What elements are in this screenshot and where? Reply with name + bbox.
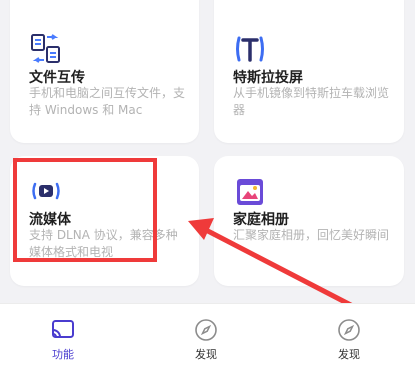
nav-label: 发现: [338, 348, 360, 361]
nav-item-discover[interactable]: 发现: [166, 304, 246, 375]
compass-icon: [195, 319, 217, 341]
bottom-nav: 功能 发现 发现: [0, 303, 415, 375]
card-description: 手机和电脑之间互传文件，支持 Windows 和 Mac: [29, 86, 186, 117]
card-description: 汇聚家庭相册，回忆美好瞬间: [233, 228, 390, 242]
compass-icon: [338, 319, 360, 341]
card-description: 从手机镜像到特斯拉车载浏览器: [233, 86, 390, 117]
card-file-transfer[interactable]: 文件互传 手机和电脑之间互传文件，支持 Windows 和 Mac: [10, 0, 199, 143]
nav-item-features[interactable]: 功能: [23, 304, 103, 375]
file-transfer-icon: [31, 34, 60, 63]
nav-item-discover[interactable]: 发现: [309, 304, 389, 375]
photo-album-icon: [237, 179, 263, 205]
nav-label: 发现: [195, 348, 217, 361]
highlight-box: [13, 158, 157, 262]
card-photo-album[interactable]: 家庭相册 汇聚家庭相册，回忆美好瞬间: [214, 156, 404, 286]
card-title: 特斯拉投屏: [233, 70, 303, 86]
nav-label: 功能: [52, 348, 74, 361]
cast-icon: [52, 320, 74, 338]
tesla-icon: [236, 36, 264, 62]
card-title: 家庭相册: [233, 212, 289, 228]
card-tesla-cast[interactable]: 特斯拉投屏 从手机镜像到特斯拉车载浏览器: [214, 0, 404, 143]
card-title: 文件互传: [29, 70, 85, 86]
